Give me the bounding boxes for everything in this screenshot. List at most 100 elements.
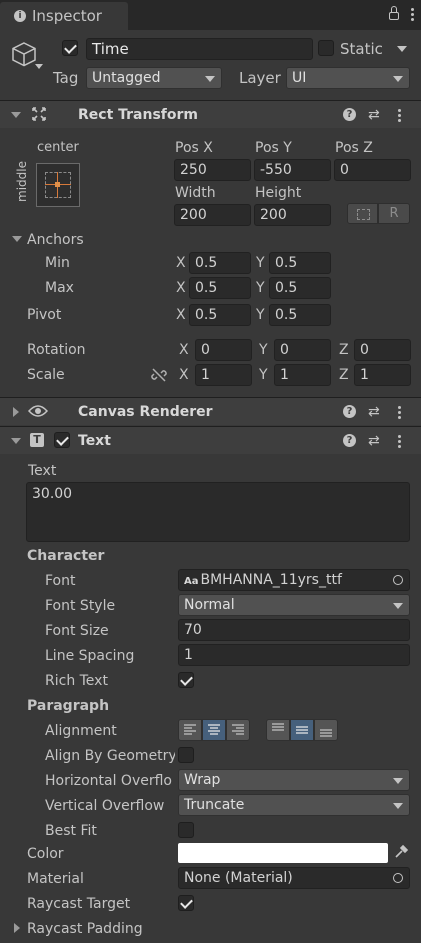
rect-transform-header[interactable]: Rect Transform ? ⇄ [0, 100, 421, 128]
object-picker-icon[interactable] [393, 873, 403, 883]
font-field[interactable]: Aa BMHANNA_11yrs_ttf [178, 569, 410, 591]
max-x-field[interactable]: 0.5 [189, 277, 251, 299]
static-dropdown-caret[interactable] [397, 46, 407, 52]
tag-label: Tag [53, 69, 79, 87]
foldout-arrow-icon[interactable] [13, 407, 19, 417]
rich-text-label: Rich Text [45, 673, 108, 689]
material-field[interactable]: None (Material) [178, 867, 410, 889]
foldout-arrow-icon[interactable] [11, 438, 21, 444]
preset-sliders-icon[interactable]: ⇄ [368, 433, 380, 449]
align-center-button[interactable] [202, 719, 226, 741]
preset-sliders-icon[interactable]: ⇄ [368, 107, 380, 123]
static-checkbox[interactable] [318, 40, 334, 56]
anchor-preset-button[interactable] [36, 163, 80, 207]
pos-z-field[interactable]: 0 [334, 159, 411, 181]
raycast-padding-foldout-icon[interactable] [14, 923, 20, 933]
blueprint-mode-button[interactable] [347, 203, 378, 224]
min-label: Min [45, 255, 70, 271]
align-bottom-icon [320, 729, 332, 737]
align-by-geometry-label: Align By Geometry [45, 748, 175, 764]
pos-x-field[interactable]: 250 [174, 159, 251, 181]
width-label: Width [175, 185, 216, 201]
scale-x-field[interactable]: 1 [195, 364, 252, 386]
component-menu-icon[interactable] [398, 435, 401, 450]
rot-y-letter: Y [259, 342, 268, 358]
component-menu-icon[interactable] [398, 109, 401, 124]
object-name-input[interactable]: Time [86, 38, 313, 60]
text-component-header[interactable]: T Text ? ⇄ [0, 426, 421, 454]
component-menu-icon[interactable] [398, 406, 401, 421]
best-fit-checkbox[interactable] [178, 822, 194, 838]
layer-dropdown[interactable]: UI [286, 67, 410, 89]
align-by-geometry-checkbox[interactable] [178, 747, 194, 763]
anchors-label[interactable]: Anchors [27, 231, 84, 249]
line-spacing-field[interactable]: 1 [178, 644, 410, 666]
rot-x-letter: X [179, 342, 189, 358]
font-style-dropdown[interactable]: Normal [178, 594, 410, 616]
min-x-field[interactable]: 0.5 [189, 252, 251, 274]
canvas-renderer-header[interactable]: Canvas Renderer ? ⇄ [0, 397, 421, 425]
raw-edit-button[interactable]: R [378, 203, 410, 224]
tab-inspector[interactable]: i Inspector [0, 2, 128, 30]
gameobject-icon[interactable] [10, 40, 38, 72]
align-top-button[interactable] [266, 719, 290, 741]
lock-icon[interactable] [389, 12, 399, 20]
rot-x-field[interactable]: 0 [195, 339, 252, 361]
color-swatch[interactable] [178, 843, 388, 863]
tab-label: Inspector [32, 7, 102, 25]
raycast-padding-label[interactable]: Raycast Padding [27, 920, 143, 938]
pos-y-field[interactable]: -550 [254, 159, 331, 181]
align-center-icon [208, 724, 220, 735]
tab-menu-icon[interactable] [411, 8, 414, 23]
pos-y-label: Pos Y [255, 140, 292, 156]
align-right-icon [232, 724, 244, 735]
text-enabled-toggle[interactable] [54, 432, 70, 448]
rect-transform-icon [32, 107, 46, 121]
help-icon[interactable]: ? [343, 108, 356, 121]
icon-dropdown-caret[interactable] [35, 64, 43, 69]
pivot-label: Pivot [27, 307, 62, 323]
rot-z-field[interactable]: 0 [354, 339, 411, 361]
object-picker-icon[interactable] [393, 575, 403, 585]
max-y-field[interactable]: 0.5 [269, 277, 331, 299]
eyedropper-icon[interactable] [393, 844, 409, 864]
font-style-value: Normal [184, 597, 235, 613]
horizontal-overflow-dropdown[interactable]: Wrap [178, 769, 410, 791]
raycast-target-checkbox[interactable] [178, 895, 194, 911]
scale-label: Scale [27, 367, 65, 383]
scale-z-field[interactable]: 1 [354, 364, 411, 386]
height-field[interactable]: 200 [254, 204, 331, 226]
anchor-center-dot [55, 182, 60, 187]
max-y-letter: Y [256, 280, 265, 296]
rot-z-letter: Z [339, 342, 349, 358]
min-y-field[interactable]: 0.5 [269, 252, 331, 274]
anchor-preset-v-label: middle [15, 161, 29, 202]
lock-shackle-icon [391, 6, 397, 12]
anchors-foldout-icon[interactable] [12, 236, 22, 242]
font-label: Font [45, 573, 76, 589]
rich-text-checkbox[interactable] [178, 672, 194, 688]
pivot-x-field[interactable]: 0.5 [189, 304, 251, 326]
horizontal-overflow-label: Horizontal Overflo [45, 773, 172, 789]
font-size-field[interactable]: 70 [178, 619, 410, 641]
active-toggle[interactable] [62, 40, 78, 56]
help-icon[interactable]: ? [343, 405, 356, 418]
text-area[interactable]: 30.00 [26, 482, 410, 542]
pos-x-label: Pos X [175, 140, 213, 156]
width-field[interactable]: 200 [174, 204, 251, 226]
align-middle-button[interactable] [290, 719, 314, 741]
preset-sliders-icon[interactable]: ⇄ [368, 404, 380, 420]
help-icon[interactable]: ? [343, 434, 356, 447]
pivot-y-field[interactable]: 0.5 [269, 304, 331, 326]
scale-y-field[interactable]: 1 [274, 364, 331, 386]
align-bottom-button[interactable] [314, 719, 338, 741]
vertical-overflow-dropdown[interactable]: Truncate [178, 794, 410, 816]
rot-y-field[interactable]: 0 [274, 339, 331, 361]
tag-dropdown[interactable]: Untagged [86, 67, 222, 89]
align-left-button[interactable] [178, 719, 202, 741]
scale-z-letter: Z [339, 367, 349, 383]
foldout-arrow-icon[interactable] [11, 112, 21, 118]
alignment-label: Alignment [45, 723, 117, 739]
constrain-proportions-icon[interactable] [151, 367, 167, 387]
align-right-button[interactable] [226, 719, 250, 741]
